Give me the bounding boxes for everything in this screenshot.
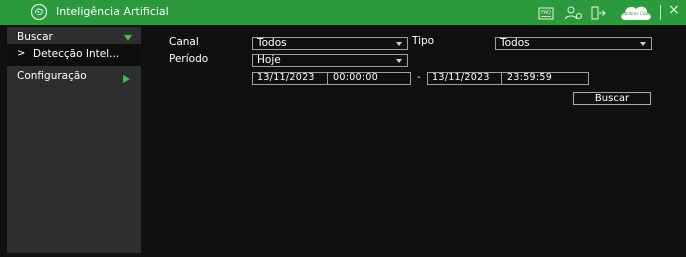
app-title: Inteligência Artificial xyxy=(56,5,169,18)
logout-icon[interactable] xyxy=(590,5,608,21)
close-icon[interactable]: × xyxy=(668,2,682,18)
sidebar-item-deteccao[interactable]: > Detecção Intel... xyxy=(7,44,141,66)
periodo-value: Hoje xyxy=(257,54,281,66)
start-date[interactable]: 13/11/2023 xyxy=(257,72,315,83)
sidebar-item-label: Detecção Intel... xyxy=(33,48,120,60)
start-time[interactable]: 00:00:00 xyxy=(333,72,378,83)
bullet-icon: > xyxy=(17,48,26,59)
chevron-right-icon xyxy=(123,75,130,83)
datetime-divider xyxy=(327,73,328,84)
canal-value: Todos xyxy=(257,37,287,49)
chevron-down-icon xyxy=(124,35,132,41)
cloud-icon-label: Intelbras Cloud xyxy=(621,11,652,16)
search-button[interactable]: Buscar xyxy=(573,92,651,105)
tipo-label: Tipo xyxy=(412,35,435,47)
title-bar: Inteligência Artificial FAQ Intelbras Cl… xyxy=(0,0,686,25)
users-icon[interactable] xyxy=(564,5,584,21)
start-datetime-input[interactable]: 13/11/2023 00:00:00 xyxy=(252,72,411,85)
tipo-value: Todos xyxy=(500,37,530,49)
ai-brain-icon xyxy=(30,3,48,21)
sidebar-item-label: Configuração xyxy=(17,70,87,82)
datetime-divider xyxy=(501,73,502,84)
chevron-down-icon xyxy=(396,42,402,46)
canal-select[interactable]: Todos xyxy=(252,37,408,50)
chevron-down-icon xyxy=(396,59,402,63)
end-datetime-input[interactable]: 13/11/2023 23:59:59 xyxy=(427,72,589,85)
range-separator: - xyxy=(417,72,421,83)
sidebar: Buscar > Detecção Intel... Configuração xyxy=(7,27,141,253)
periodo-select[interactable]: Hoje xyxy=(252,54,408,67)
faq-icon[interactable]: FAQ xyxy=(538,5,554,21)
faq-icon-label: FAQ xyxy=(541,10,551,16)
chevron-down-icon xyxy=(640,42,646,46)
cloud-icon[interactable]: Intelbras Cloud xyxy=(619,3,653,23)
canal-label: Canal xyxy=(169,36,199,48)
end-time[interactable]: 23:59:59 xyxy=(507,72,552,83)
tipo-select[interactable]: Todos xyxy=(495,37,652,50)
sidebar-item-configuracao[interactable]: Configuração xyxy=(7,66,141,88)
periodo-label: Período xyxy=(169,53,209,65)
sidebar-item-label: Buscar xyxy=(17,31,53,43)
end-date[interactable]: 13/11/2023 xyxy=(432,72,490,83)
toolbar-divider xyxy=(660,5,661,20)
app-window: Inteligência Artificial FAQ Intelbras Cl… xyxy=(0,0,686,257)
